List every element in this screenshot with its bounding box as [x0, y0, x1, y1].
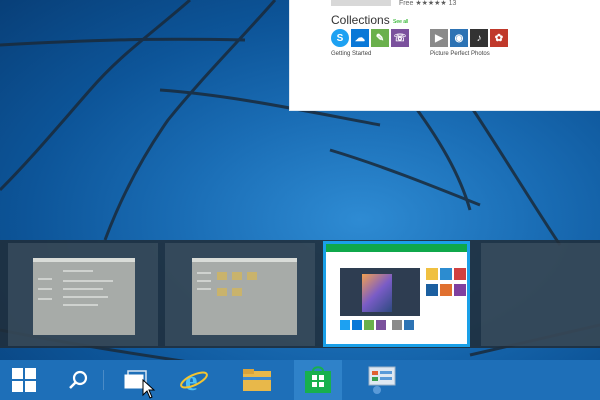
windows-logo-icon [12, 368, 36, 392]
collection-getting-started-apps: S ☁ ✎ ☏ [331, 29, 409, 47]
store-preview-hero [340, 268, 420, 316]
window-thumbnail-2[interactable] [165, 243, 315, 346]
taskbar-separator [103, 370, 104, 390]
search-icon [69, 370, 88, 389]
store-preview-tile [426, 284, 438, 296]
file-explorer-window-preview [192, 258, 297, 335]
window-thumbnail-store-selected[interactable] [323, 241, 470, 347]
start-button[interactable] [0, 360, 48, 400]
window-thumbnail-4[interactable] [481, 243, 600, 346]
window-thumbnail-1[interactable] [8, 243, 158, 346]
store-preview-tile [440, 284, 452, 296]
store-preview-small-tile [376, 320, 386, 330]
store-bag-icon [305, 366, 331, 393]
svg-text:e: e [185, 366, 197, 395]
folder-icon [243, 369, 271, 391]
store-preview-hero-image [362, 274, 392, 312]
collection-1-caption[interactable]: Getting Started [331, 51, 371, 57]
photo-app-icon[interactable]: ▶ [430, 29, 448, 47]
control-panel-icon [368, 366, 396, 394]
painting-icon[interactable]: ✿ [490, 29, 508, 47]
control-panel-button[interactable] [358, 360, 406, 400]
store-rating-row: Free ★★★★★ 13 [331, 0, 456, 7]
store-preview-tile [440, 268, 452, 280]
file-explorer-button[interactable] [233, 360, 281, 400]
camera-icon[interactable]: ◉ [450, 29, 468, 47]
store-preview-tile [454, 284, 466, 296]
taskbar: e [0, 360, 600, 400]
store-window[interactable]: Free ★★★★★ 13 Collections See all S ☁ ✎ … [290, 0, 600, 110]
onedrive-icon[interactable]: ☁ [351, 29, 369, 47]
store-button[interactable] [294, 360, 342, 400]
viber-icon[interactable]: ☏ [391, 29, 409, 47]
store-preview-small-tile [352, 320, 362, 330]
price-label: Free [398, 0, 414, 7]
store-preview-titlebar [326, 244, 467, 252]
see-all-link[interactable]: See all [393, 19, 408, 25]
rating-count: 13 [448, 0, 457, 7]
explorer-window-preview [33, 258, 135, 335]
mouse-cursor-icon [142, 379, 156, 399]
store-preview-small-tile [340, 320, 350, 330]
store-preview-tile [454, 268, 466, 280]
rating-stars: ★★★★★ [415, 0, 447, 7]
search-button[interactable] [54, 360, 102, 400]
store-preview-small-tile [364, 320, 374, 330]
store-preview-small-tile [404, 320, 414, 330]
collection-picture-perfect-apps: ▶ ◉ ♪ ✿ [430, 29, 508, 47]
collection-2-caption[interactable]: Picture Perfect Photos [430, 51, 490, 57]
music-icon[interactable]: ♪ [470, 29, 488, 47]
maps-icon[interactable]: ✎ [371, 29, 389, 47]
internet-explorer-icon: e [180, 366, 208, 395]
install-button[interactable] [331, 0, 391, 7]
internet-explorer-button[interactable]: e [170, 360, 218, 400]
skype-icon[interactable]: S [331, 29, 349, 47]
collections-title: Collections [331, 13, 390, 27]
store-preview-small-tile [392, 320, 402, 330]
store-preview-tile [426, 268, 438, 280]
